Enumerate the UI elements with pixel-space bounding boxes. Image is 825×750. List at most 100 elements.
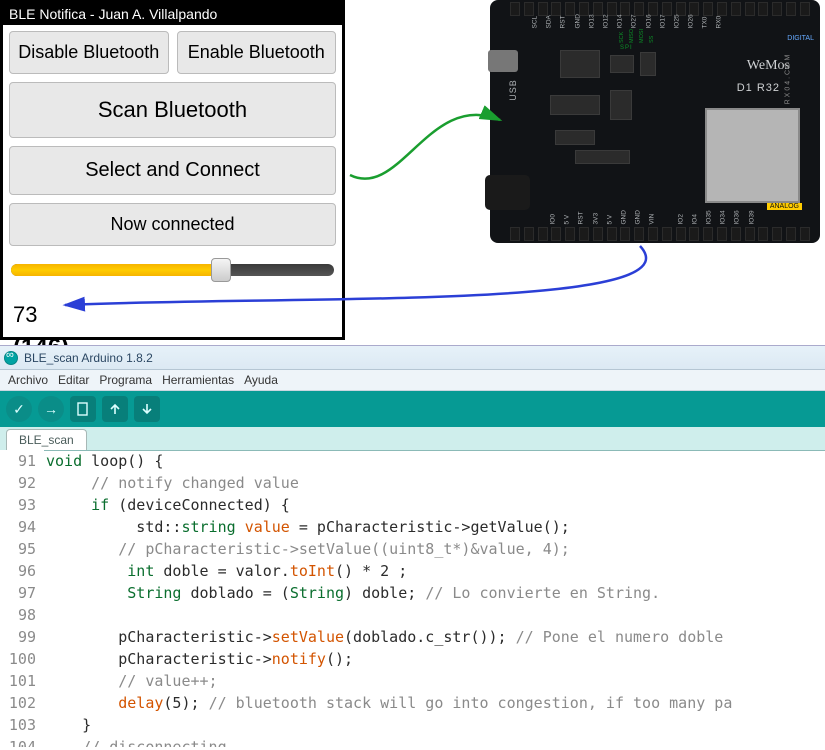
pin-label: IO36 (734, 215, 741, 225)
arduino-logo-icon (4, 351, 18, 365)
pin-label: SCL (532, 19, 539, 29)
pin (648, 227, 658, 241)
scan-bluetooth-button[interactable]: Scan Bluetooth (9, 82, 336, 138)
pin-label: IO14 (617, 19, 624, 29)
code-line: 93 if (deviceConnected) { (0, 494, 825, 516)
select-connect-button[interactable]: Select and Connect (9, 146, 336, 195)
connection-status-button[interactable]: Now connected (9, 203, 336, 246)
pin-label: IO17 (659, 19, 666, 29)
app-titlebar: BLE Notifica - Juan A. Villalpando (3, 3, 342, 25)
pin-label: IO16 (645, 19, 652, 29)
arrow-send (350, 115, 500, 179)
pin-label: VIN (649, 215, 656, 225)
pin (772, 227, 782, 241)
menu-item-archivo[interactable]: Archivo (8, 373, 48, 387)
pin-label: IO34 (720, 215, 727, 225)
value-slider[interactable] (11, 258, 334, 280)
code-source: String doblado = (String) doble; // Lo c… (44, 582, 825, 604)
pin (593, 227, 603, 241)
pin-label: IO26 (688, 19, 695, 29)
line-number: 95 (0, 538, 44, 560)
code-source (44, 604, 825, 626)
slider-fill (11, 264, 221, 276)
sketch-tab[interactable]: BLE_scan (6, 429, 87, 450)
pin-label: GND (574, 19, 581, 29)
pin (607, 227, 617, 241)
pin-label: IO35 (706, 215, 713, 225)
pin-label: RX0 (716, 19, 723, 29)
pin-label: IO39 (748, 215, 755, 225)
pin (662, 227, 672, 241)
code-source: if (deviceConnected) { (44, 494, 825, 516)
usb-label: USB (508, 79, 518, 101)
code-line: 99 pCharacteristic->setValue(doblado.c_s… (0, 626, 825, 648)
pin-label: RST (578, 215, 585, 225)
menu-item-editar[interactable]: Editar (58, 373, 89, 387)
pin-label: TX0 (702, 19, 709, 29)
enable-bluetooth-button[interactable]: Enable Bluetooth (177, 31, 337, 74)
line-number: 99 (0, 626, 44, 648)
code-line: 98 (0, 604, 825, 626)
pin (745, 2, 755, 16)
line-number: 92 (0, 472, 44, 494)
code-source: pCharacteristic->setValue(doblado.c_str(… (44, 626, 825, 648)
code-line: 91void loop() { (0, 450, 825, 472)
upload-button[interactable]: → (38, 396, 64, 422)
sent-value-label: 73 (9, 292, 336, 330)
save-sketch-button[interactable] (134, 396, 160, 422)
spi-pin-label: SS (649, 35, 655, 43)
pin (676, 227, 686, 241)
spi-pin-label: MOSI (639, 35, 645, 43)
pin-label: 5 V (606, 215, 613, 225)
code-editor[interactable]: 91void loop() {92 // notify changed valu… (0, 450, 825, 750)
pin (565, 227, 575, 241)
line-number: 98 (0, 604, 44, 626)
ide-title-text: BLE_scan Arduino 1.8.2 (24, 351, 153, 365)
ide-menubar[interactable]: Archivo Editar Programa Herramientas Ayuda (0, 370, 825, 391)
menu-item-herramientas[interactable]: Herramientas (162, 373, 234, 387)
pin (703, 2, 713, 16)
line-number: 94 (0, 516, 44, 538)
analog-label: ANALOG (767, 203, 802, 210)
pin (731, 227, 741, 241)
pin (800, 227, 810, 241)
code-source: } (44, 714, 825, 736)
pin (772, 2, 782, 16)
pin (524, 2, 534, 16)
usb-port-icon (488, 50, 518, 72)
line-number: 91 (0, 450, 44, 472)
barrel-jack-icon (485, 175, 530, 210)
board-pin-labels-bottom: IO05 VRST3V35 VGNDGNDVINIO2IO4IO35IO34IO… (548, 216, 757, 223)
pin-label (663, 215, 670, 225)
line-number: 102 (0, 692, 44, 714)
pin (538, 2, 548, 16)
verify-button[interactable]: ✓ (6, 396, 32, 422)
code-source: delay(5); // bluetooth stack will go int… (44, 692, 825, 714)
pin-label: SDA (546, 19, 553, 29)
pin-label: IO27 (631, 19, 638, 29)
menu-item-programa[interactable]: Programa (99, 373, 152, 387)
code-source: // notify changed value (44, 472, 825, 494)
pin-label: IO4 (691, 215, 698, 225)
pin (620, 227, 630, 241)
line-number: 103 (0, 714, 44, 736)
ide-titlebar: BLE_scan Arduino 1.8.2 (0, 346, 825, 370)
pin-label: GND (635, 215, 642, 225)
code-source: // value++; (44, 670, 825, 692)
board-pins-bottom (510, 227, 810, 241)
new-sketch-button[interactable] (70, 396, 96, 422)
slider-thumb[interactable] (211, 258, 231, 282)
pin-label: IO25 (673, 19, 680, 29)
esp32-chip-icon (705, 108, 800, 203)
line-number: 93 (0, 494, 44, 516)
menu-item-ayuda[interactable]: Ayuda (244, 373, 278, 387)
open-sketch-button[interactable] (102, 396, 128, 422)
pin (703, 227, 713, 241)
pin (745, 227, 755, 241)
board-pin-labels-top: SCLSDARSTGNDIO13IO12IO14IO27IO16IO17IO25… (530, 20, 724, 27)
pin-label: IO12 (602, 19, 609, 29)
esp32-board-image: SCLSDARSTGNDIO13IO12IO14IO27IO16IO17IO25… (490, 0, 820, 243)
disable-bluetooth-button[interactable]: Disable Bluetooth (9, 31, 169, 74)
pin (510, 2, 520, 16)
ide-toolbar: ✓ → (0, 391, 825, 427)
